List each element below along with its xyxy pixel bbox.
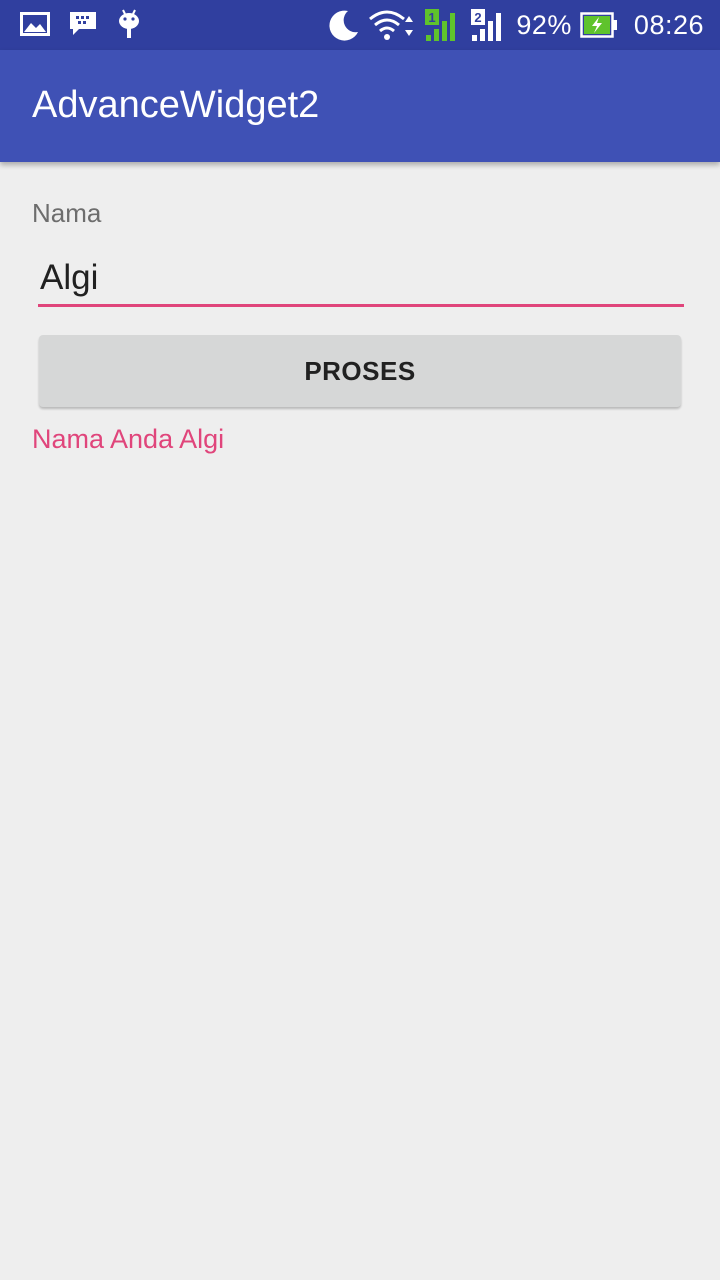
app-title: AdvanceWidget2 xyxy=(32,84,320,126)
status-bar-system: 1 2 92% 08:26 xyxy=(326,6,704,44)
status-bar: 1 2 92% 08:26 xyxy=(0,0,720,50)
name-label: Nama xyxy=(32,198,102,228)
android-debug-icon xyxy=(116,8,142,40)
battery-percentage: 92% xyxy=(516,9,572,40)
wifi-icon xyxy=(368,8,416,42)
sim2-label: 2 xyxy=(475,10,482,25)
sim1-label: 1 xyxy=(429,10,436,25)
battery-charging-icon xyxy=(580,12,618,38)
gallery-icon xyxy=(20,12,50,36)
do-not-disturb-moon-icon xyxy=(326,8,360,42)
status-bar-notifications xyxy=(20,8,142,40)
clock: 08:26 xyxy=(633,9,704,40)
name-input[interactable] xyxy=(38,252,684,307)
signal-sim1-icon: 1 xyxy=(424,7,462,43)
app-bar: AdvanceWidget2 xyxy=(0,50,720,162)
proses-button[interactable]: PROSES xyxy=(39,335,681,407)
result-text: Nama Anda Algi xyxy=(32,424,225,454)
bbm-chat-icon xyxy=(68,10,98,38)
signal-sim2-icon: 2 xyxy=(470,7,508,43)
